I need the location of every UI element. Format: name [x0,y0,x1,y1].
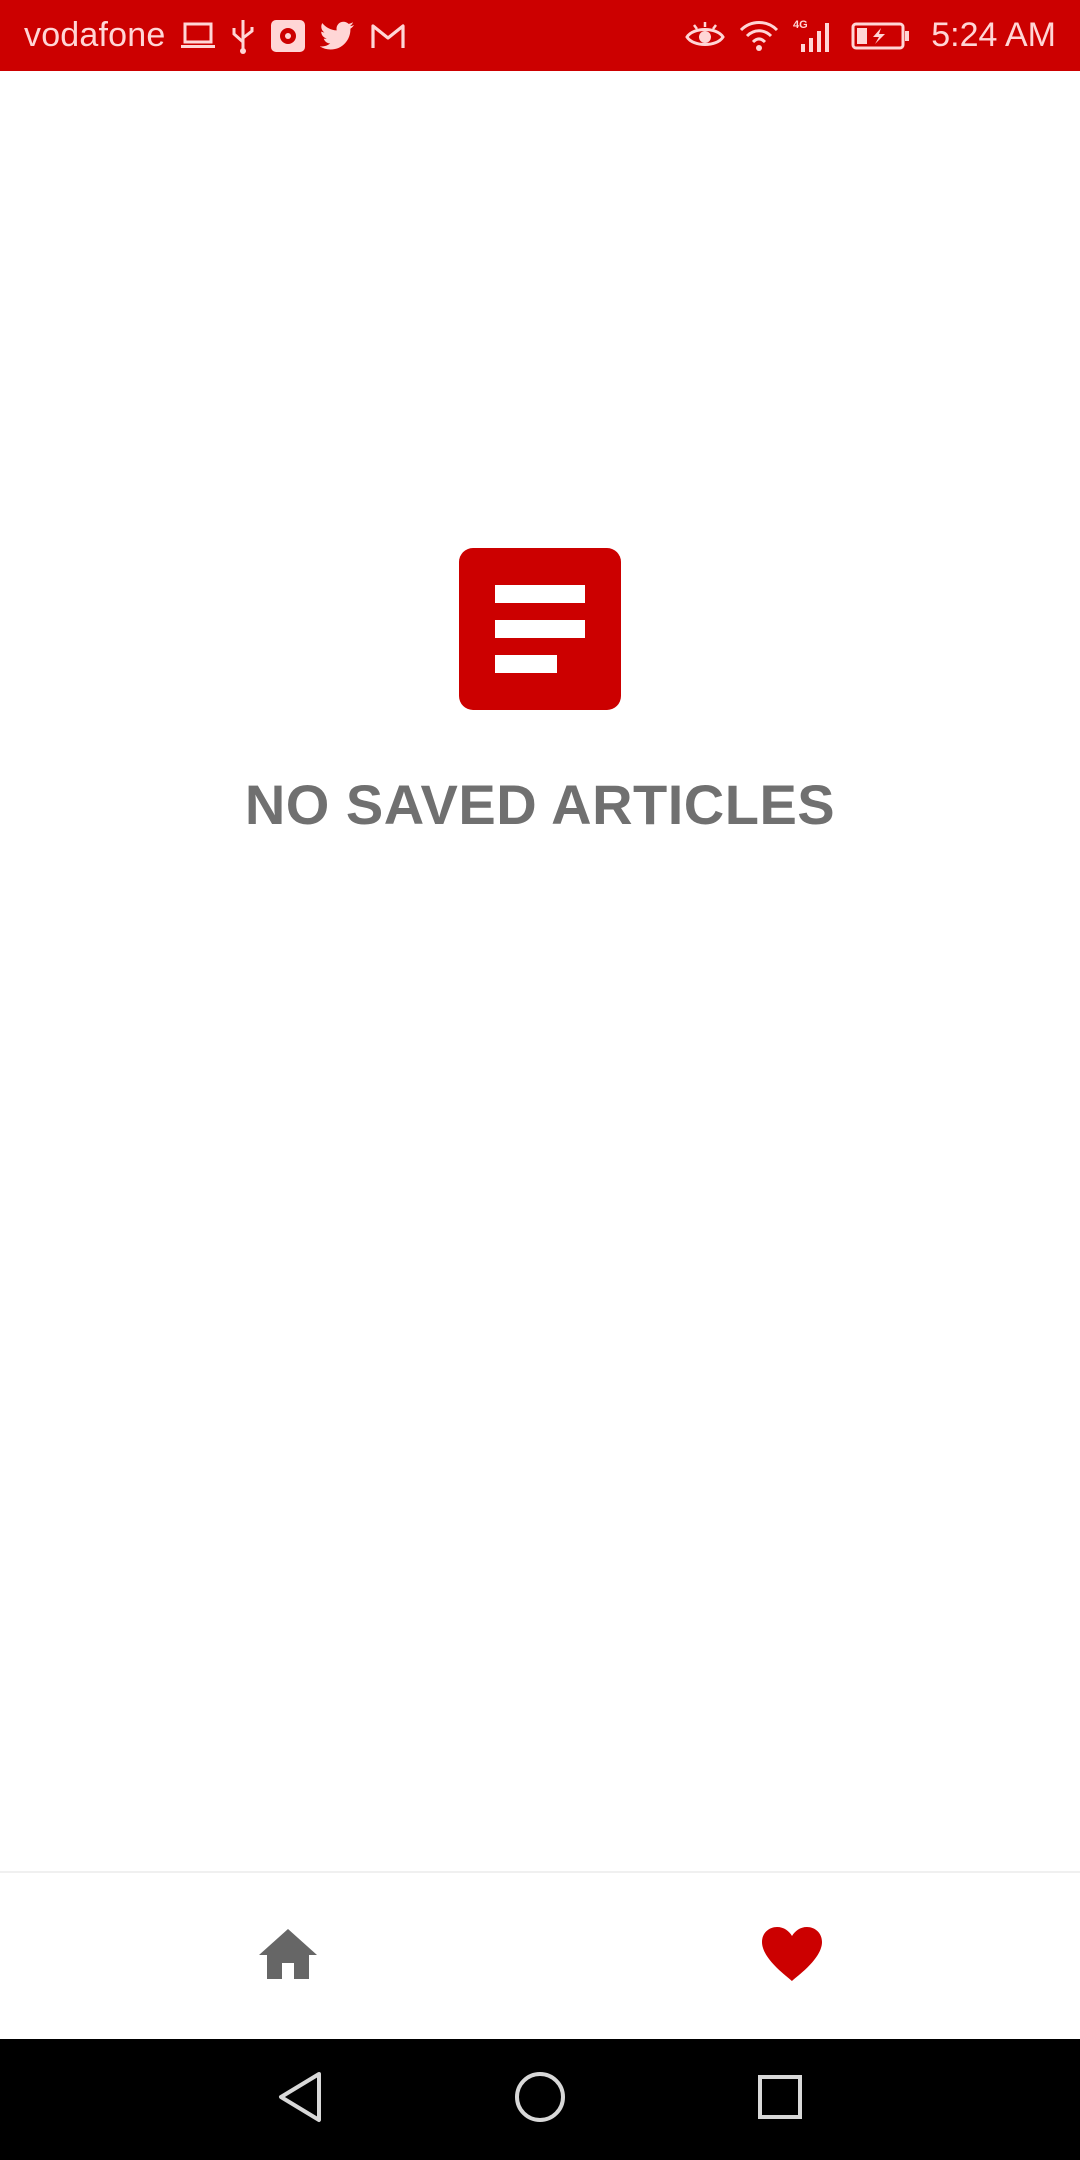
system-navigation-bar [0,2039,1080,2160]
system-home-button[interactable] [480,2039,600,2160]
empty-state-title: NO SAVED ARTICLES [244,773,836,836]
home-circle-icon [513,2070,567,2129]
recents-icon [756,2073,804,2126]
article-icon [459,548,621,710]
article-icon-line [495,655,557,673]
nav-home-button[interactable] [0,1873,576,2039]
heart-icon [760,1925,824,1988]
clock: 5:24 AM [931,16,1056,54]
article-icon-line [495,585,585,603]
usb-icon [230,16,256,56]
empty-state: NO SAVED ARTICLES [0,548,1080,837]
status-bar-right: 4G 5:24 AM [685,0,1056,71]
laptop-icon [180,16,216,56]
signal-4g-icon: 4G [793,16,837,56]
system-recents-button[interactable] [720,2039,840,2160]
app-badge-icon [270,16,306,56]
status-bar: vodafone 4G 5:24 AM [0,0,1080,71]
back-icon [275,2070,325,2129]
twitter-icon [319,16,356,56]
bottom-navigation [0,1871,1080,2039]
svg-text:4G: 4G [793,19,808,31]
nav-saved-button[interactable] [576,1873,1008,2039]
home-icon [257,1927,319,1986]
wifi-icon [739,16,779,56]
status-bar-left: vodafone [24,0,406,71]
system-back-button[interactable] [240,2039,360,2160]
carrier-name: vodafone [24,16,166,54]
saved-articles-screen: vodafone 4G 5:24 AM NO SAVED ARTICLES [0,0,1080,2160]
eye-icon [685,16,726,56]
battery-charging-icon [851,16,911,56]
article-icon-line [495,620,585,638]
gmail-icon [370,16,406,56]
